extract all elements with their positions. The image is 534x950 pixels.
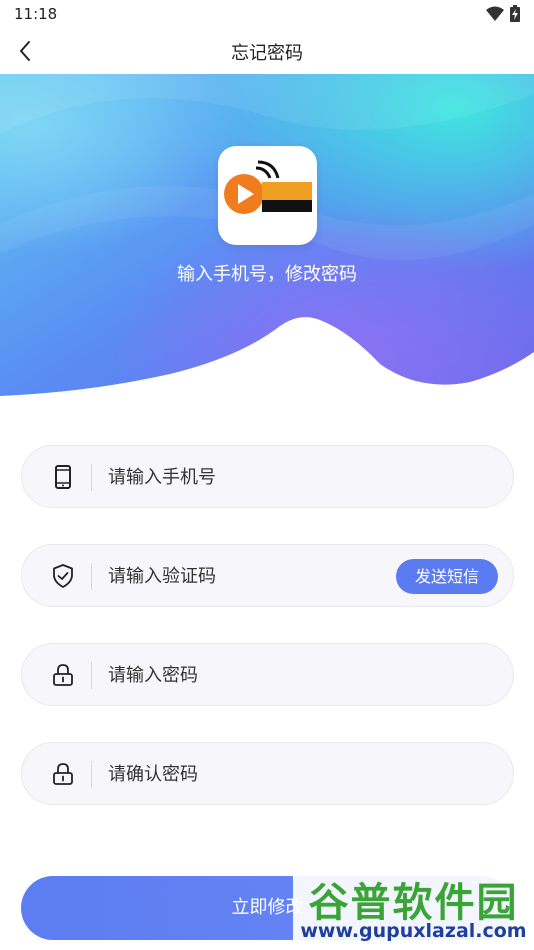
nav-bar: 忘记密码 — [0, 28, 534, 74]
lock-icon — [50, 761, 76, 787]
hero-banner: 输入手机号，修改密码 — [0, 74, 534, 404]
field-divider — [91, 662, 92, 689]
field-divider — [91, 761, 92, 788]
phone-icon — [50, 464, 76, 490]
status-icons — [486, 5, 520, 22]
hero-subtitle: 输入手机号，修改密码 — [177, 264, 357, 285]
page-title: 忘记密码 — [231, 43, 303, 64]
phone-input[interactable] — [108, 462, 388, 492]
status-time: 11:18 — [14, 5, 58, 23]
phone-field[interactable] — [21, 445, 514, 508]
field-divider — [91, 464, 92, 491]
password-field[interactable] — [21, 643, 514, 706]
send-sms-button[interactable]: 发送短信 — [396, 559, 498, 594]
field-divider — [91, 563, 92, 590]
forgot-password-screen: 11:18 忘记密码 输入手机号，修改密码 请输入手机号 请输入验证码 发送短信… — [0, 0, 534, 950]
code-field[interactable]: 发送短信 — [21, 544, 514, 607]
wifi-icon — [486, 6, 504, 21]
watermark: 谷普软件园 www.gupuxlazal.com — [293, 866, 534, 950]
app-logo — [218, 146, 317, 245]
confirm-password-field[interactable] — [21, 742, 514, 805]
confirm-password-input[interactable] — [108, 759, 388, 789]
password-input[interactable] — [108, 660, 388, 690]
lock-icon — [50, 662, 76, 688]
battery-charging-icon — [510, 5, 520, 22]
play-logo-icon — [224, 160, 312, 214]
status-bar: 11:18 — [0, 0, 534, 28]
watermark-url: www.gupuxlazal.com — [300, 920, 527, 942]
shield-check-icon — [50, 563, 76, 589]
code-input[interactable] — [108, 561, 308, 591]
